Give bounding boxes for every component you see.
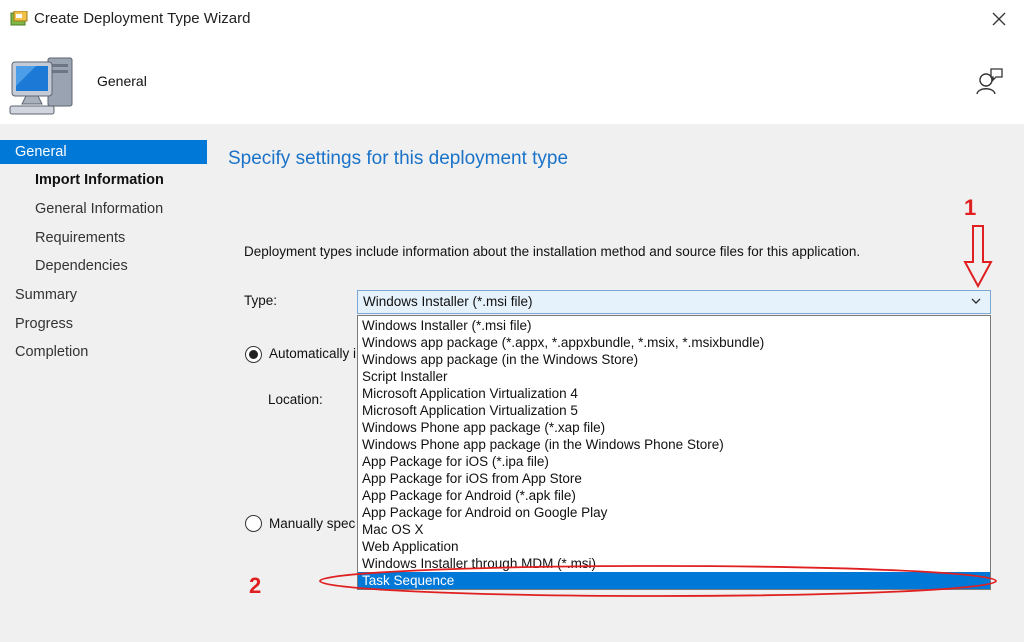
annotation-ellipse [319, 565, 997, 597]
dropdown-option[interactable]: Windows Phone app package (*.xap file) [358, 419, 990, 436]
dropdown-option[interactable]: App Package for Android on Google Play [358, 504, 990, 521]
nav-item-requirements[interactable]: Requirements [0, 226, 208, 250]
nav-item-dependencies[interactable]: Dependencies [0, 254, 208, 278]
dropdown-option[interactable]: Mac OS X [358, 521, 990, 538]
type-label: Type: [244, 293, 278, 308]
dropdown-option[interactable]: App Package for Android (*.apk file) [358, 487, 990, 504]
wizard-header: General [0, 38, 1024, 124]
manual-radio[interactable] [245, 515, 262, 532]
dropdown-option[interactable]: Script Installer [358, 368, 990, 385]
dropdown-option[interactable]: Windows Installer (*.msi file) [358, 317, 990, 334]
nav-item-summary[interactable]: Summary [0, 283, 208, 307]
nav-item-progress[interactable]: Progress [0, 312, 208, 336]
close-icon[interactable] [986, 6, 1012, 32]
computer-icon [9, 57, 73, 115]
manual-radio-label: Manually spec [269, 516, 356, 531]
dropdown-option[interactable]: App Package for iOS from App Store [358, 470, 990, 487]
automatic-radio-label: Automatically i [269, 346, 357, 361]
header-title: General [97, 73, 147, 89]
type-combobox[interactable]: Windows Installer (*.msi file) [357, 290, 991, 314]
annotation-down-arrow-icon [963, 225, 993, 289]
wizard-app-icon [10, 11, 28, 26]
chevron-down-icon[interactable] [969, 294, 983, 308]
window-title: Create Deployment Type Wizard [34, 10, 251, 27]
nav-item-import-information[interactable]: Import Information [0, 168, 208, 192]
dropdown-option[interactable]: Web Application [358, 538, 990, 555]
dropdown-option[interactable]: Windows app package (in the Windows Stor… [358, 351, 990, 368]
nav-item-completion[interactable]: Completion [0, 340, 208, 364]
section-title: Specify settings for this deployment typ… [228, 148, 569, 169]
nav-item-general[interactable]: General [0, 140, 207, 164]
dropdown-option[interactable]: Microsoft Application Virtualization 5 [358, 402, 990, 419]
description-text: Deployment types include information abo… [244, 244, 861, 259]
annotation-number-2: 2 [249, 573, 262, 598]
dropdown-option[interactable]: Windows Phone app package (in the Window… [358, 436, 990, 453]
dropdown-option[interactable]: App Package for iOS (*.ipa file) [358, 453, 990, 470]
automatic-radio[interactable] [245, 346, 262, 363]
nav-item-general-information[interactable]: General Information [0, 197, 208, 221]
type-combobox-value: Windows Installer (*.msi file) [363, 294, 533, 309]
help-person-icon[interactable] [974, 66, 1004, 96]
annotation-number-1: 1 [964, 195, 977, 220]
title-bar: Create Deployment Type Wizard [0, 0, 1024, 38]
type-dropdown-list[interactable]: Windows Installer (*.msi file) Windows a… [357, 315, 991, 590]
dropdown-option[interactable]: Microsoft Application Virtualization 4 [358, 385, 990, 402]
dropdown-option[interactable]: Windows app package (*.appx, *.appxbundl… [358, 334, 990, 351]
location-label: Location: [268, 392, 323, 407]
